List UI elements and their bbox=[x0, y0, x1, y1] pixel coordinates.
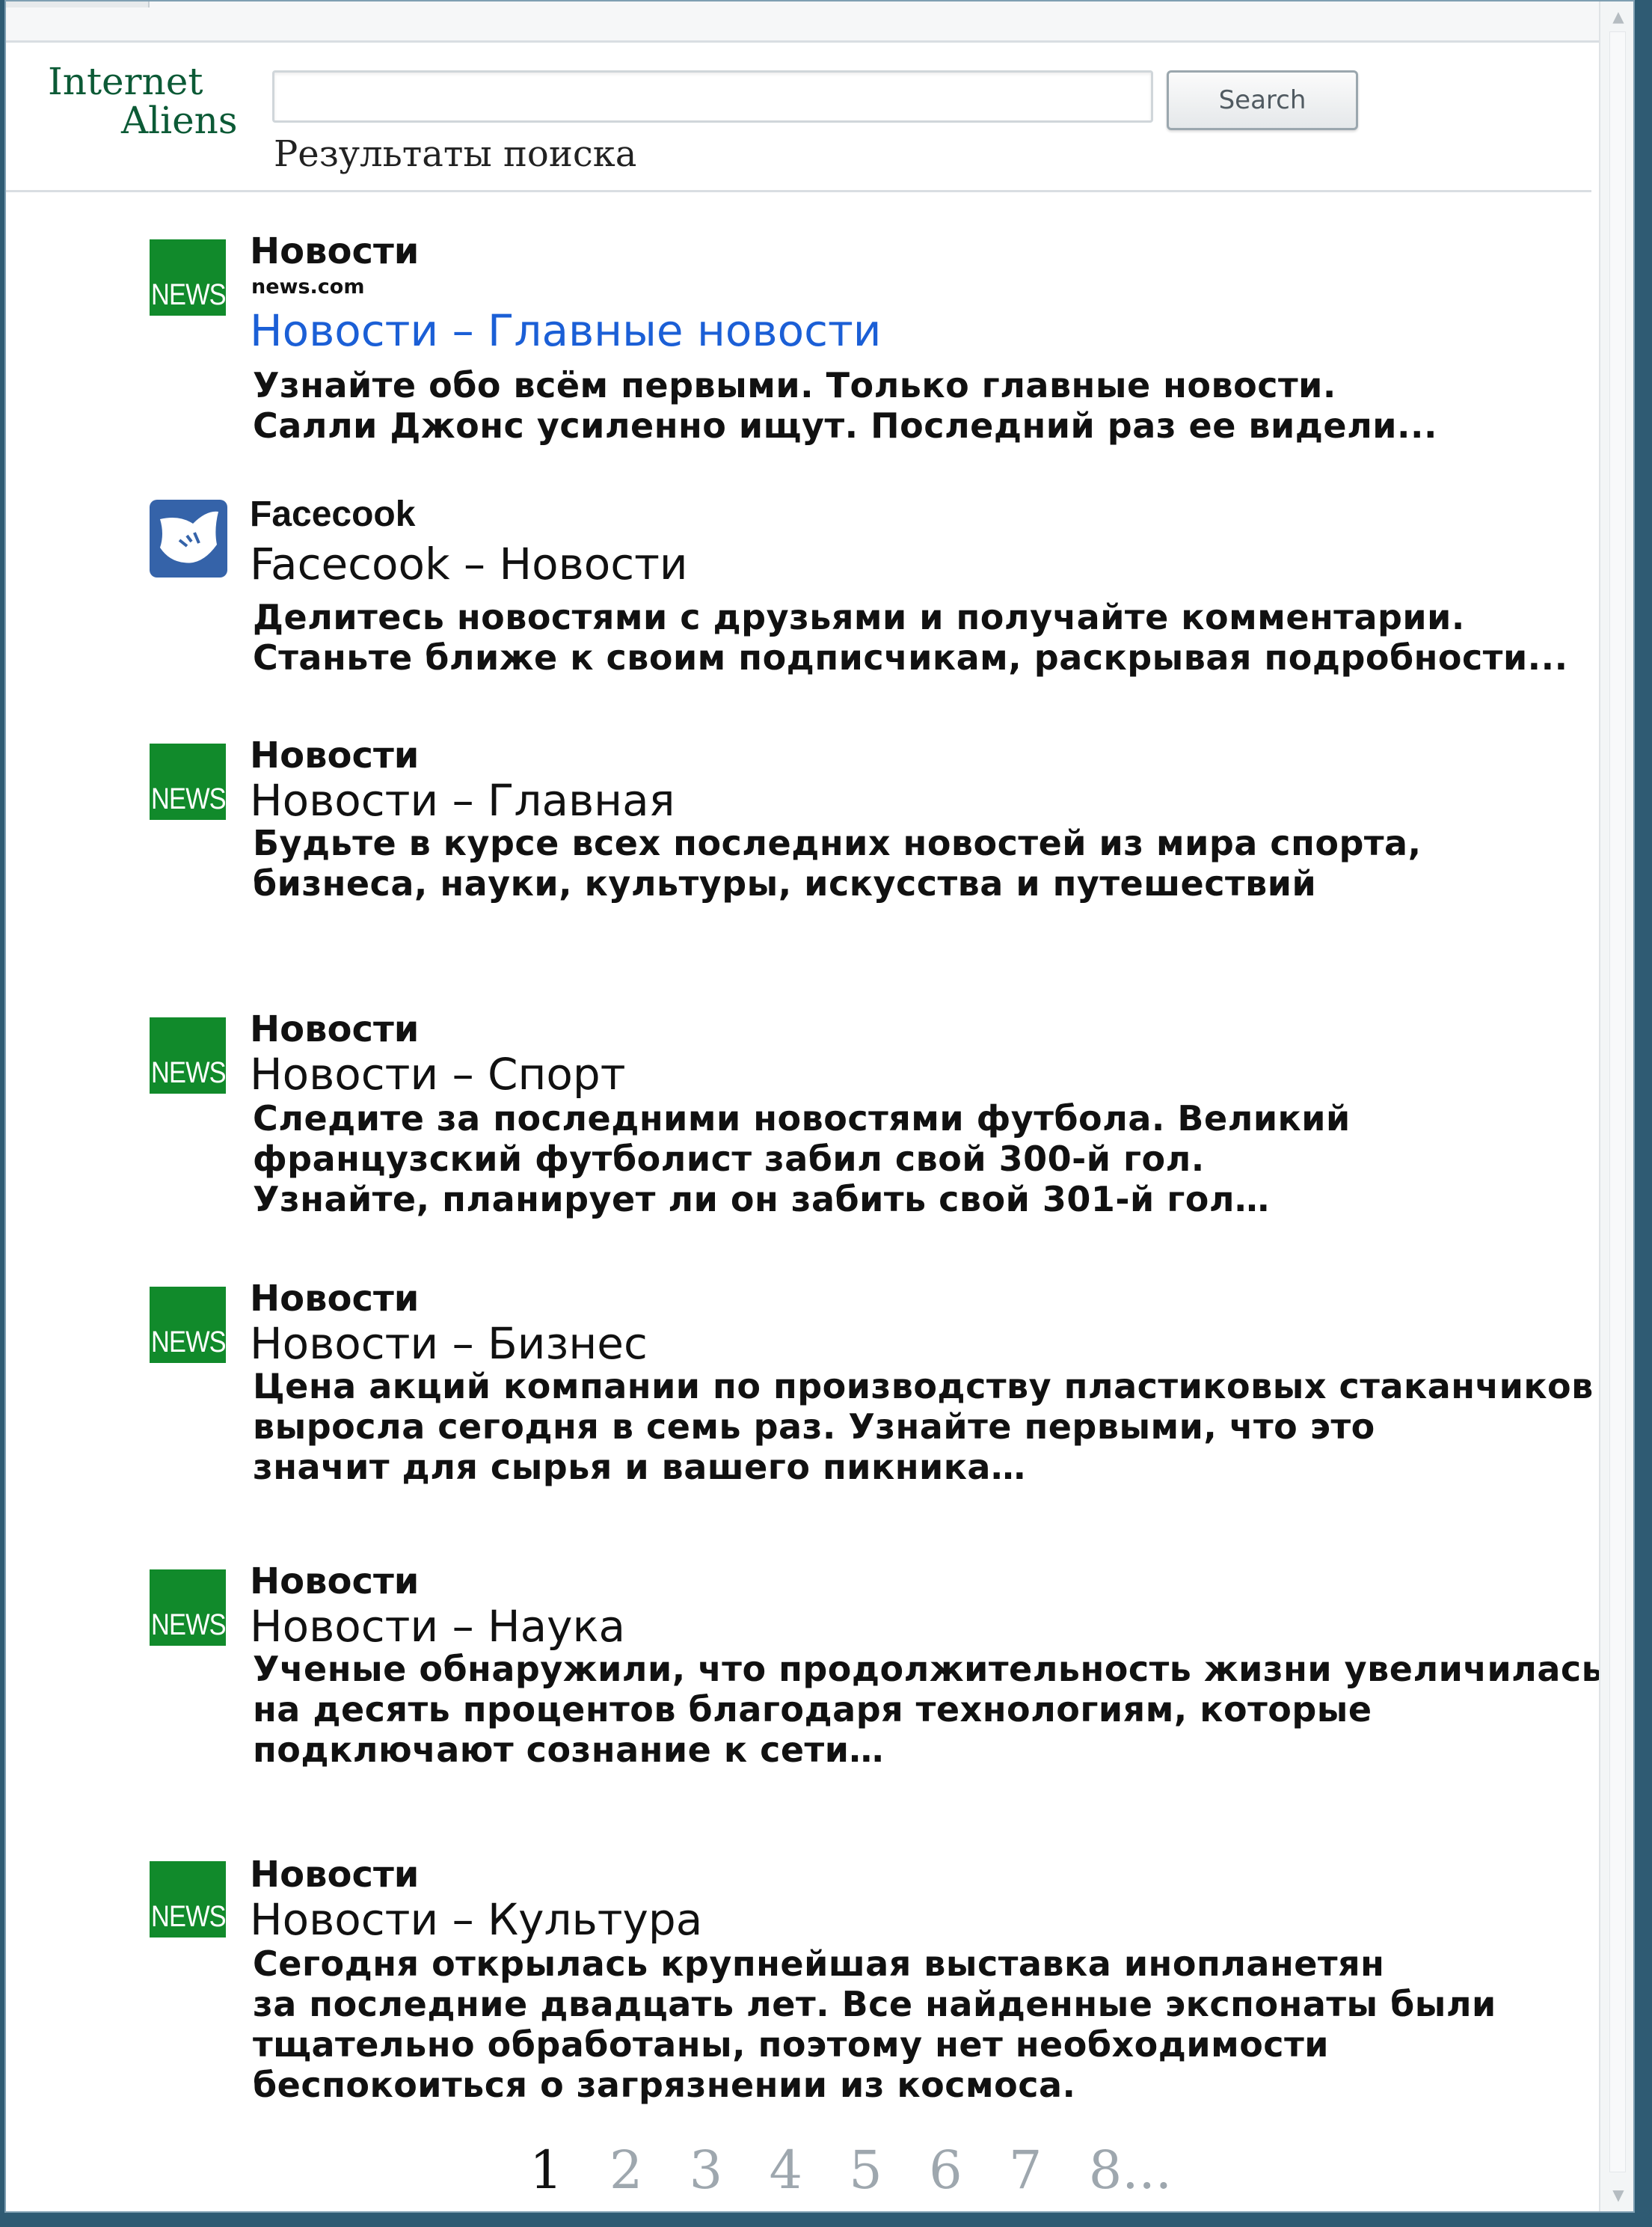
tab-stub[interactable] bbox=[6, 1, 150, 7]
news-icon: NEWS bbox=[150, 1569, 227, 1646]
result-source: Новости bbox=[250, 1008, 420, 1050]
news-icon-text: NEWS bbox=[151, 1900, 227, 1933]
result-source: Новости bbox=[250, 1278, 420, 1320]
pagination: 1 2 3 4 5 6 7 8... bbox=[529, 2139, 1202, 2201]
logo[interactable]: Internet Aliens bbox=[43, 60, 260, 150]
result-title-link[interactable]: Новости – Главные новости bbox=[250, 305, 881, 356]
result-title-link[interactable]: Новости – Культура bbox=[250, 1894, 702, 1945]
page-link-more[interactable]: 8... bbox=[1089, 2139, 1172, 2201]
news-icon: NEWS bbox=[150, 1287, 227, 1363]
result-snippet: Сегодня открылась крупнейшая выставка ин… bbox=[253, 1943, 1496, 2105]
page-link[interactable]: 6 bbox=[929, 2139, 962, 2201]
top-bar bbox=[6, 1, 1633, 43]
result-snippet: Цена акций компании по производству плас… bbox=[253, 1366, 1594, 1487]
page-link-current[interactable]: 1 bbox=[529, 2139, 563, 2201]
news-icon: NEWS bbox=[150, 239, 227, 316]
scroll-down-icon[interactable]: ▼ bbox=[1609, 2186, 1627, 2204]
result-title-link[interactable]: Новости – Главная bbox=[250, 775, 675, 826]
news-icon-text: NEWS bbox=[151, 278, 227, 311]
result-snippet: Узнайте обо всём первыми. Только главные… bbox=[253, 365, 1437, 446]
page-link[interactable]: 7 bbox=[1009, 2139, 1043, 2201]
logo-line-2: Aliens bbox=[121, 99, 238, 142]
result-title-link[interactable]: Facecook – Новости bbox=[250, 539, 688, 589]
page-link[interactable]: 4 bbox=[769, 2139, 802, 2201]
logo-line-1: Internet bbox=[48, 60, 203, 103]
vertical-scrollbar[interactable]: ▲ ▼ bbox=[1599, 1, 1633, 2211]
result-snippet: Делитесь новостями с друзьями и получайт… bbox=[253, 597, 1568, 678]
browser-window: Internet Aliens Search Результаты поиска… bbox=[4, 0, 1635, 2213]
result-snippet: Ученые обнаружили, что продолжительность… bbox=[253, 1649, 1604, 1770]
news-icon-text: NEWS bbox=[151, 1326, 227, 1358]
page-link[interactable]: 3 bbox=[690, 2139, 723, 2201]
search-button[interactable]: Search bbox=[1167, 70, 1358, 130]
scroll-up-icon[interactable]: ▲ bbox=[1609, 7, 1627, 25]
result-source: Новости bbox=[250, 230, 420, 272]
page-link[interactable]: 5 bbox=[849, 2139, 882, 2201]
news-icon-text: NEWS bbox=[151, 782, 227, 815]
result-domain: news.com bbox=[251, 275, 365, 298]
news-icon: NEWS bbox=[150, 1861, 227, 1937]
news-icon-text: NEWS bbox=[151, 1056, 227, 1089]
result-source: Facecook bbox=[250, 494, 416, 534]
result-source: Новости bbox=[250, 1560, 420, 1602]
result-title-link[interactable]: Новости – Бизнес bbox=[250, 1318, 648, 1369]
news-icon: NEWS bbox=[150, 1017, 227, 1094]
result-source: Новости bbox=[250, 1854, 420, 1896]
search-input[interactable] bbox=[272, 70, 1153, 123]
results-heading: Результаты поиска bbox=[274, 133, 637, 175]
facecook-logo-shape bbox=[160, 511, 218, 563]
scroll-thumb[interactable] bbox=[1609, 31, 1626, 2172]
news-icon-text: NEWS bbox=[151, 1608, 227, 1641]
result-title-link[interactable]: Новости – Спорт bbox=[250, 1049, 626, 1100]
result-snippet: Следите за последними новостями футбола.… bbox=[253, 1098, 1351, 1219]
result-snippet: Будьте в курсе всех последних новостей и… bbox=[253, 823, 1422, 904]
facecook-icon bbox=[150, 500, 227, 578]
page-link[interactable]: 2 bbox=[609, 2139, 643, 2201]
news-icon: NEWS bbox=[150, 744, 227, 820]
result-source: Новости bbox=[250, 735, 420, 776]
search-header: Internet Aliens Search Результаты поиска bbox=[6, 40, 1591, 192]
result-title-link[interactable]: Новости – Наука bbox=[250, 1601, 625, 1652]
